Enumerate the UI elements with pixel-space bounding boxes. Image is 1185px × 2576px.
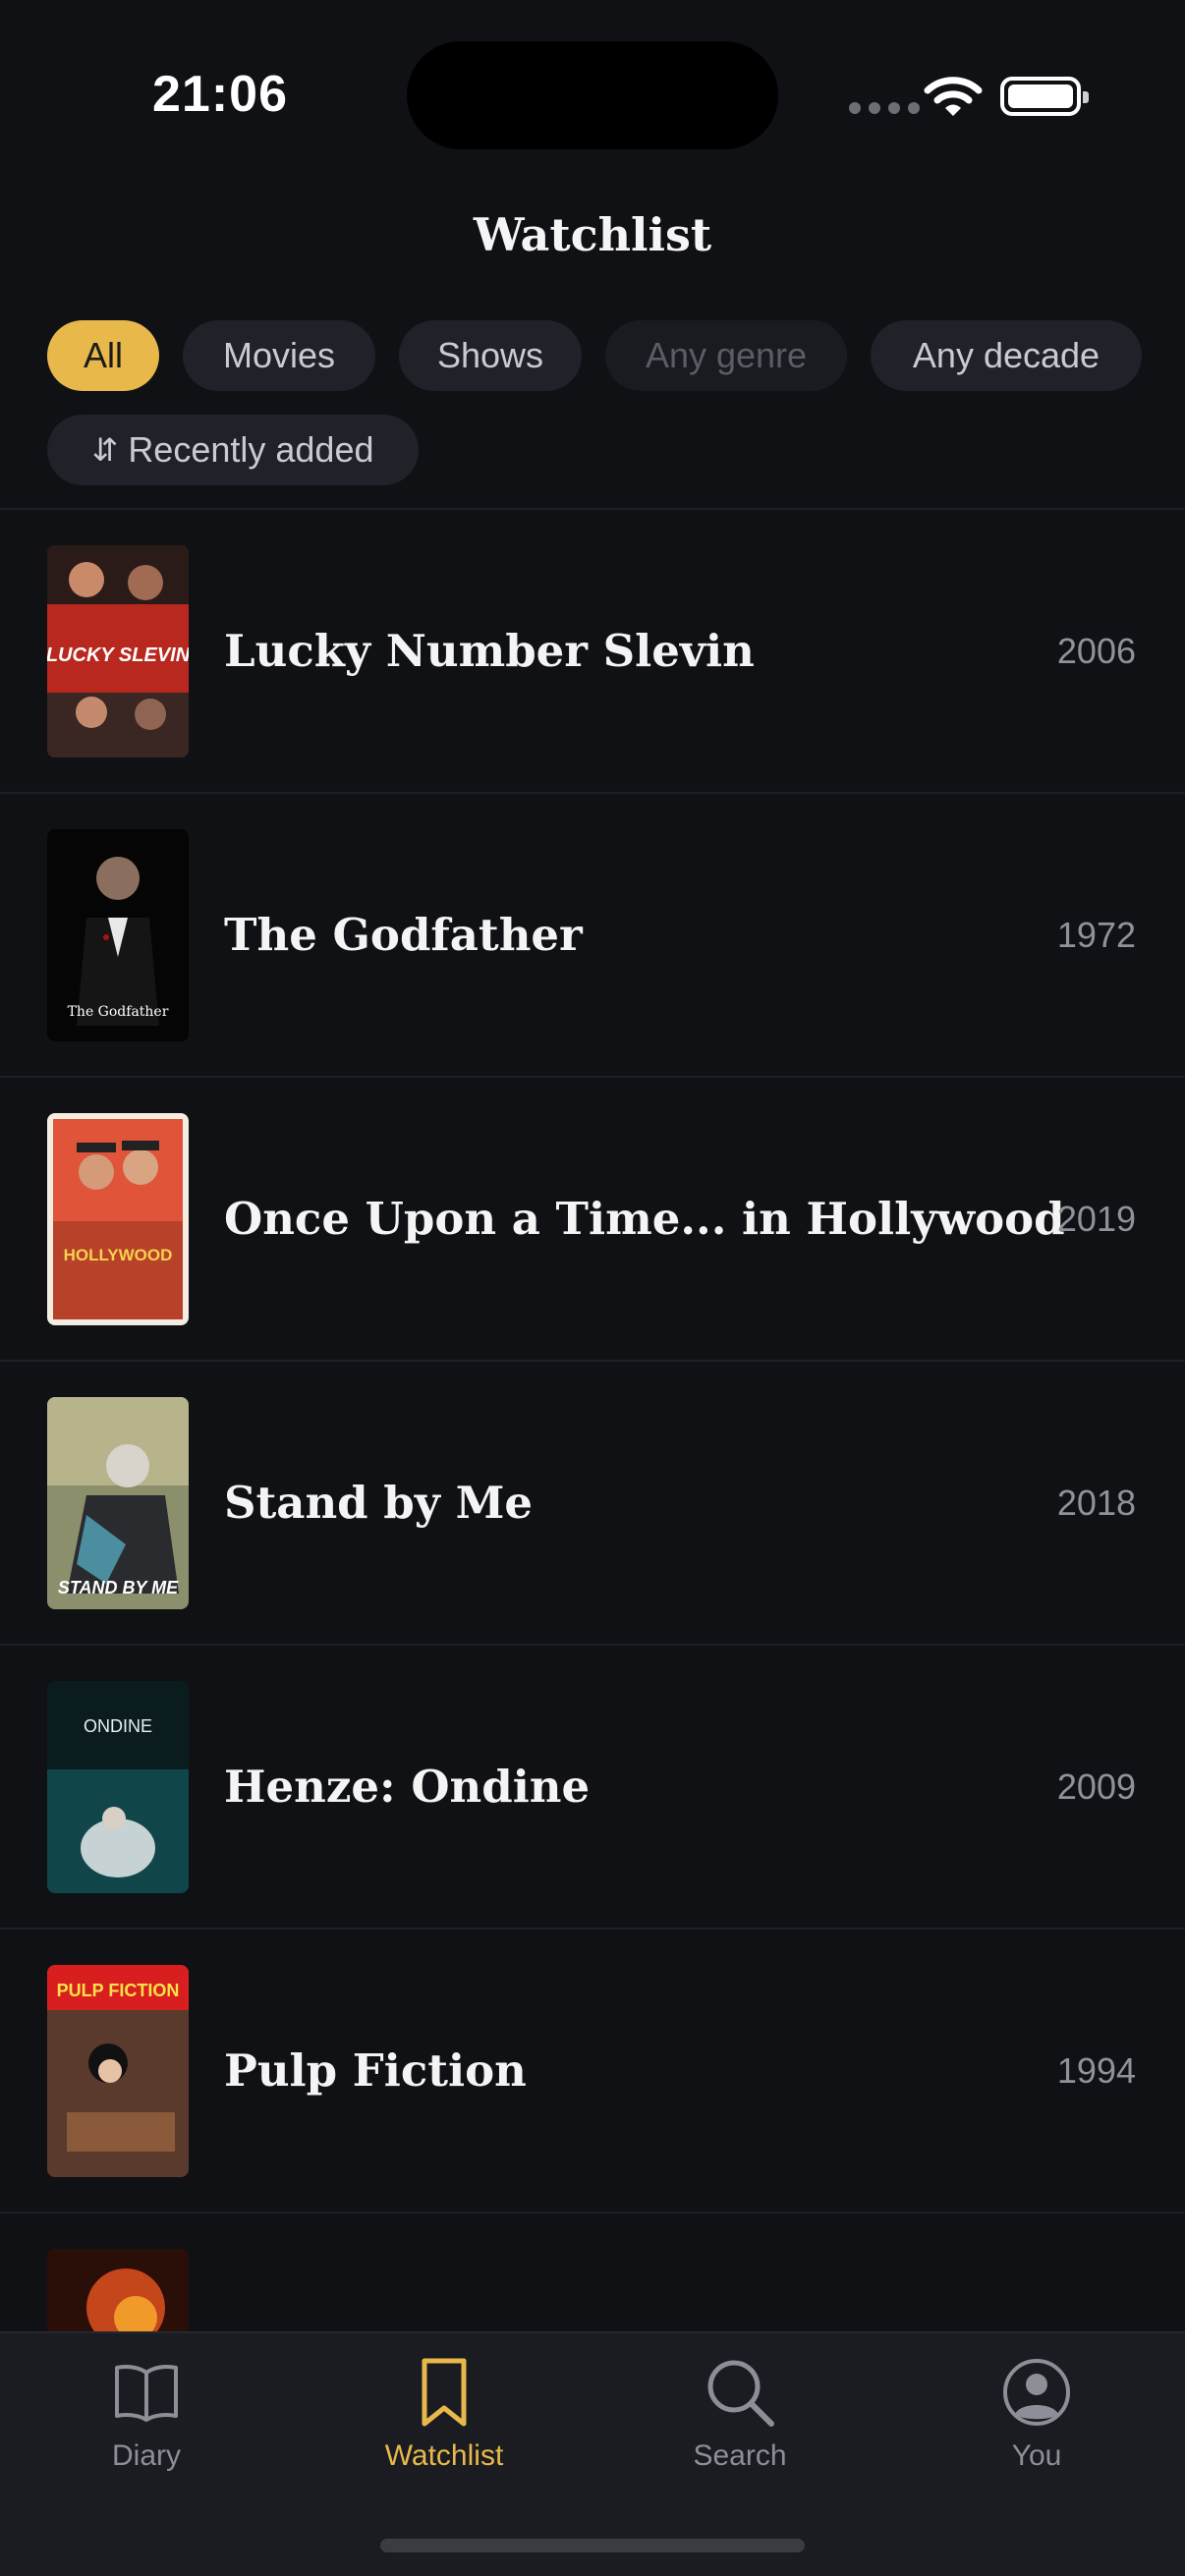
- svg-text:LUCKY SLEVIN: LUCKY SLEVIN: [47, 644, 189, 666]
- sort-chip[interactable]: ⇵ Recently added: [47, 415, 419, 485]
- poster-image: HOLLYWOOD: [47, 1113, 189, 1325]
- status-bar: 21:06: [0, 0, 1185, 187]
- list-item[interactable]: ONDINE Henze: Ondine 2009: [0, 1646, 1185, 1930]
- list-item[interactable]: PULP FICTION Pulp Fiction 1994: [0, 1930, 1185, 2213]
- movie-year: 1994: [1056, 2049, 1136, 2091]
- movie-year: 2009: [1056, 1765, 1136, 1807]
- poster-image: The Godfather: [47, 829, 189, 1041]
- movie-year: 2018: [1056, 1482, 1136, 1523]
- poster-image: LUCKY SLEVIN: [47, 545, 189, 757]
- movie-title: Once Upon a Time... in Hollywood: [224, 1193, 1065, 1245]
- tab-label-watchlist: Watchlist: [384, 2439, 504, 2472]
- tab-watchlist[interactable]: Watchlist: [346, 2355, 542, 2473]
- status-time: 21:06: [152, 66, 288, 123]
- tab-you[interactable]: You: [938, 2355, 1135, 2473]
- sort-label: Recently added: [128, 429, 374, 470]
- tab-search[interactable]: Search: [642, 2355, 838, 2473]
- movie-title: Stand by Me: [224, 1477, 534, 1529]
- movie-title: Henze: Ondine: [224, 1761, 591, 1813]
- filter-chip-movies[interactable]: Movies: [183, 320, 375, 391]
- svg-text:ONDINE: ONDINE: [84, 1716, 152, 1736]
- list-item[interactable]: HOLLYWOOD Once Upon a Time... in Hollywo…: [0, 1078, 1185, 1362]
- page-title: Watchlist: [473, 208, 712, 261]
- movie-year: 2019: [1056, 1198, 1136, 1239]
- tab-label-you: You: [1011, 2439, 1062, 2472]
- profile-icon: [1003, 2359, 1070, 2426]
- poster-image: STAND BY ME: [47, 1397, 189, 1609]
- movie-year: 1972: [1056, 914, 1136, 955]
- cellular-signal-icon: [849, 102, 920, 114]
- watchlist[interactable]: LUCKY SLEVIN Lucky Number Slevin 2006 Th…: [0, 510, 1185, 2331]
- tab-diary[interactable]: Diary: [48, 2355, 245, 2473]
- movie-title: Pulp Fiction: [224, 2044, 527, 2097]
- wifi-icon: [924, 77, 983, 116]
- search-icon: [707, 2360, 774, 2427]
- sort-icon: ⇵: [91, 432, 119, 468]
- movie-title: The Godfather: [224, 909, 583, 961]
- tab-label-diary: Diary: [111, 2439, 181, 2472]
- battery-icon: [1000, 77, 1089, 116]
- bookmark-icon: [422, 2358, 467, 2427]
- svg-text:HOLLYWOOD: HOLLYWOOD: [64, 1246, 173, 1264]
- list-item[interactable]: STAND BY ME Stand by Me 2018: [0, 1362, 1185, 1646]
- list-item[interactable]: [0, 2213, 1185, 2331]
- poster-image: PULP FICTION: [47, 1965, 189, 2177]
- poster-image: [47, 2249, 189, 2331]
- list-item[interactable]: The Godfather The Godfather 1972: [0, 794, 1185, 1078]
- svg-text:STAND BY ME: STAND BY ME: [58, 1578, 179, 1597]
- svg-text:The Godfather: The Godfather: [68, 1004, 169, 1020]
- filter-chip-shows[interactable]: Shows: [399, 320, 582, 391]
- filter-chip-all[interactable]: All: [47, 320, 159, 391]
- tab-label-search: Search: [693, 2439, 787, 2472]
- dynamic-island: [407, 41, 778, 149]
- book-icon: [115, 2365, 178, 2422]
- home-indicator[interactable]: [380, 2539, 805, 2552]
- filter-chip-genre[interactable]: Any genre: [605, 320, 847, 391]
- svg-text:PULP FICTION: PULP FICTION: [57, 1981, 180, 2000]
- movie-title: Lucky Number Slevin: [224, 625, 755, 677]
- movie-year: 2006: [1056, 630, 1136, 671]
- filter-chip-decade[interactable]: Any decade: [871, 320, 1142, 391]
- poster-image: ONDINE: [47, 1681, 189, 1893]
- list-item[interactable]: LUCKY SLEVIN Lucky Number Slevin 2006: [0, 510, 1185, 794]
